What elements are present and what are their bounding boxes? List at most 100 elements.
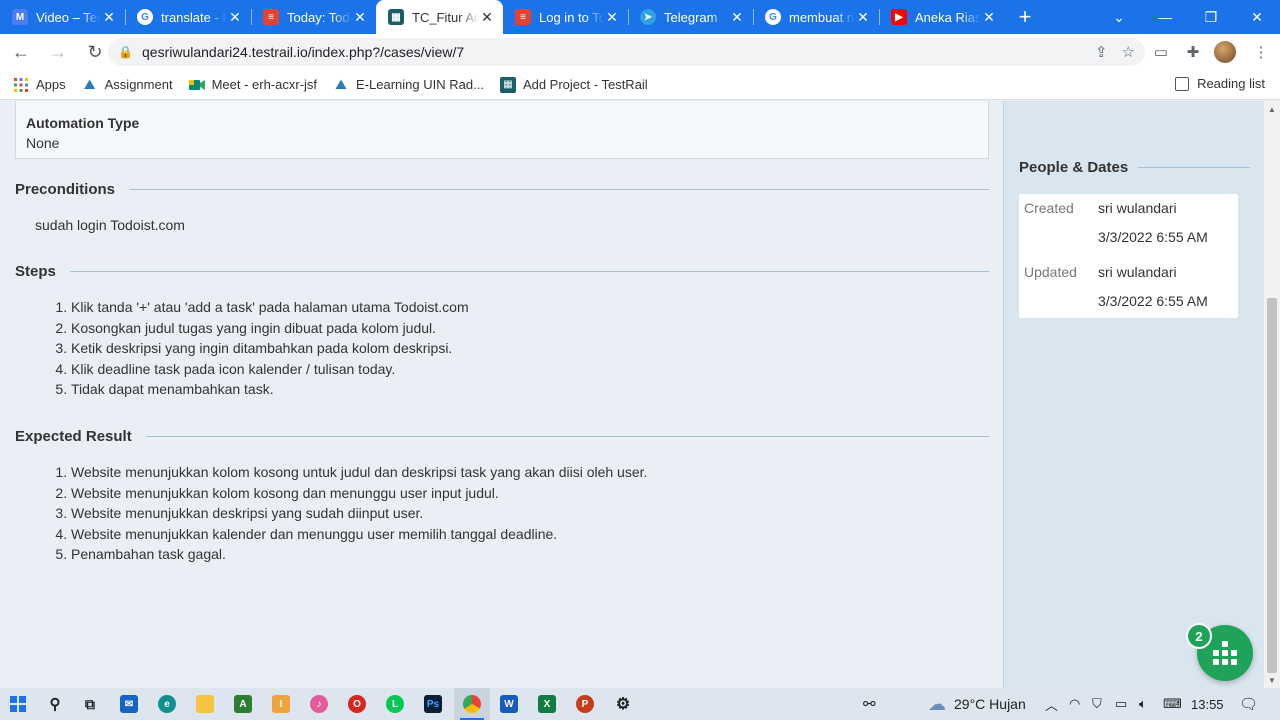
close-icon[interactable]: ✕	[352, 9, 368, 26]
new-tab-button[interactable]: +	[1005, 0, 1045, 34]
share-icon[interactable]: ⇪	[1095, 43, 1108, 61]
close-icon[interactable]: ✕	[479, 9, 495, 26]
tab-title: TC_Fitur Add Task	[412, 9, 479, 25]
close-icon[interactable]: ✕	[729, 9, 745, 26]
file-explorer-icon[interactable]	[196, 695, 214, 713]
edge-icon[interactable]: e	[158, 695, 176, 713]
bookmark-meet[interactable]: Meet - erh-acxr-jsf	[188, 77, 318, 93]
lock-icon: 🔒	[118, 45, 133, 59]
minimize-icon[interactable]: —	[1142, 0, 1188, 34]
bookmark-testrail[interactable]: ▦ Add Project - TestRail	[499, 76, 648, 93]
weather-cloud-icon: ☁	[928, 693, 946, 714]
opera-icon[interactable]: O	[348, 695, 366, 713]
weather-widget[interactable]: ☁ 29°C Hujan	[928, 688, 1026, 720]
updated-label: Updated	[1024, 264, 1077, 280]
battery-icon[interactable]: ▭	[1115, 688, 1127, 720]
bookmark-label: Apps	[36, 77, 66, 92]
list-item: Ketik deskripsi yang ingin ditambahkan p…	[71, 338, 469, 359]
tab-search-icon[interactable]: ⌄	[1096, 0, 1142, 34]
excel-icon[interactable]: X	[538, 695, 556, 713]
scrollbar-thumb[interactable]	[1267, 298, 1277, 673]
divider	[1138, 167, 1250, 168]
tab-title: Log in to Todoist	[539, 9, 604, 25]
photo-app-icon[interactable]: A	[234, 695, 252, 713]
meet-icon	[188, 77, 205, 93]
tab-title: translate - Penelusuran	[161, 9, 227, 25]
section-title: Steps	[15, 263, 56, 280]
itunes-icon[interactable]: ♪	[310, 695, 328, 713]
section-title: Preconditions	[15, 181, 116, 198]
elearning-icon: ⛰	[335, 76, 347, 92]
powerpoint-icon[interactable]: P	[576, 695, 594, 713]
bookmark-apps[interactable]: Apps	[13, 77, 66, 93]
list-item: Penambahan task gagal.	[71, 544, 647, 565]
language-icon[interactable]: ⌨	[1163, 688, 1182, 720]
m-icon: M	[12, 9, 28, 25]
address-bar[interactable]: 🔒 qesriwulandari24.testrail.io/index.php…	[108, 38, 1145, 66]
preconditions-heading: Preconditions	[15, 181, 989, 198]
photoshop-icon[interactable]: Ps	[424, 695, 442, 713]
list-item: Klik deadline task pada icon kalender / …	[71, 359, 469, 380]
clock[interactable]: 13:55	[1191, 688, 1224, 720]
search-icon[interactable]: ⚲	[46, 695, 64, 713]
bookmark-star-icon[interactable]: ☆	[1122, 43, 1135, 61]
preconditions-text: sudah login Todoist.com	[35, 217, 185, 233]
notification-center-icon[interactable]: 🗨︎	[1239, 688, 1258, 720]
browser-tab[interactable]: G membuat nama ✕	[753, 0, 879, 34]
page-scrollbar[interactable]: ▲ ▼	[1264, 101, 1280, 688]
close-icon[interactable]: ✕	[227, 9, 243, 26]
browser-tab[interactable]: ≡ Log in to Todoist ✕	[503, 0, 628, 34]
browser-tab-active[interactable]: ▦ TC_Fitur Add Task ✕	[376, 0, 503, 34]
security-icon[interactable]: ⛉	[1092, 688, 1102, 720]
scroll-down-icon[interactable]: ▼	[1264, 676, 1280, 685]
bookmark-assignment[interactable]: ⛰ Assignment	[82, 76, 173, 93]
forward-icon[interactable]: →	[42, 36, 74, 68]
volume-icon[interactable]: 🔈︎	[1139, 688, 1147, 720]
menu-kebab-icon[interactable]: ⋮	[1248, 39, 1274, 65]
mail-icon[interactable]: ✉	[120, 695, 138, 713]
testrail-icon: ▦	[499, 76, 516, 93]
people-icon[interactable]: ⚯	[863, 688, 876, 720]
bookmark-elearning[interactable]: ⛰ E-Learning UIN Rad...	[333, 76, 484, 93]
close-icon[interactable]: ✕	[604, 9, 620, 26]
windows-start-icon[interactable]	[9, 695, 27, 713]
back-icon[interactable]: ←	[5, 36, 37, 68]
network-icon[interactable]: ◠	[1069, 688, 1080, 720]
browser-tab[interactable]: ▶ Aneka Riasan ✕	[879, 0, 1005, 34]
automation-type-value: None	[26, 135, 60, 151]
close-icon[interactable]: ✕	[855, 9, 871, 26]
bookmarks-bar: Apps ⛰ Assignment Meet - erh-acxr-jsf ⛰ …	[0, 70, 1280, 100]
updated-at: 3/3/2022 6:55 AM	[1098, 293, 1208, 309]
show-hidden-icons[interactable]: ︿	[1045, 688, 1058, 720]
todoist-icon: ≡	[515, 9, 531, 25]
updated-by[interactable]: sri wulandari	[1098, 264, 1177, 280]
created-by[interactable]: sri wulandari	[1098, 200, 1177, 216]
reading-list-button[interactable]: Reading list	[1175, 76, 1265, 91]
scroll-up-icon[interactable]: ▲	[1264, 105, 1280, 114]
list-item: Tidak dapat menambahkan task.	[71, 379, 469, 400]
close-icon[interactable]: ✕	[101, 9, 117, 26]
puzzle-icon[interactable]: ✚	[1180, 39, 1206, 65]
browser-tab[interactable]: ➤ Telegram ✕	[628, 0, 753, 34]
close-window-icon[interactable]: ✕	[1234, 0, 1280, 34]
line-icon[interactable]: L	[386, 695, 404, 713]
bookmark-label: Meet - erh-acxr-jsf	[211, 77, 318, 92]
app-icon[interactable]: I	[272, 695, 290, 713]
todoist-icon: ≡	[263, 9, 279, 25]
browser-toolbar: ← → ↻ 🔒 qesriwulandari24.testrail.io/ind…	[0, 34, 1280, 70]
reload-icon[interactable]: ↻	[79, 36, 111, 68]
notification-badge: 2	[1186, 623, 1212, 649]
expected-result-heading: Expected Result	[15, 428, 989, 445]
restore-icon[interactable]: ❐	[1188, 0, 1234, 34]
extension-icon[interactable]: ▭	[1148, 39, 1174, 65]
chrome-icon[interactable]	[463, 695, 481, 713]
browser-tab[interactable]: ≡ Today: Todoist ✕	[251, 0, 376, 34]
testrail-case-page: Automation Type None Preconditions sudah…	[0, 101, 1264, 688]
settings-gear-icon[interactable]: ⚙	[614, 695, 632, 713]
word-icon[interactable]: W	[500, 695, 518, 713]
task-view-icon[interactable]: ⧉	[81, 695, 99, 713]
browser-tab[interactable]: G translate - Penelusuran ✕	[125, 0, 251, 34]
avatar[interactable]	[1214, 41, 1236, 63]
close-icon[interactable]: ✕	[981, 9, 997, 26]
browser-tab[interactable]: M Video – Testing ✕	[0, 0, 125, 34]
